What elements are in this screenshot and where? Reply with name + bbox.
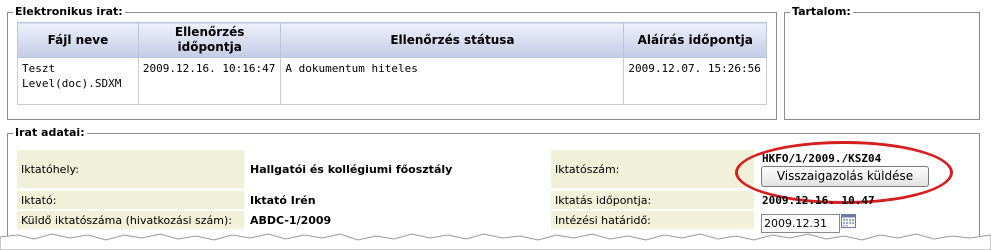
iktatohely-value: Hallgatói és kollégiumi főosztály (250, 163, 453, 176)
iktatoszam-label: Iktatószám: (555, 163, 620, 176)
iktato-label: Iktató: (21, 194, 57, 207)
iktato-value: Iktató Irén (250, 194, 316, 207)
torn-edge (0, 233, 991, 250)
irat-adatai-legend: Irat adatai: (13, 126, 87, 140)
iktatohely-label-cell: Iktatóhely: (17, 150, 244, 188)
iktatas-label: Iktatás időpontja: (555, 194, 652, 207)
iktato-value-cell: Iktató Irén (246, 191, 546, 209)
cell-check-time: 2009.12.16. 10:16:47 (137, 57, 282, 105)
table-row[interactable]: Teszt Level(doc).SDXM 2009.12.16. 10:16:… (17, 57, 767, 105)
iktatas-label-cell: Iktatás időpontja: (551, 191, 754, 209)
cell-check-status: A dokumentum hiteles (280, 57, 625, 105)
column-header-check-status[interactable]: Ellenőrzés státusa (280, 22, 625, 58)
visszaigazolas-kuldese-button[interactable]: Visszaigazolás küldése (761, 166, 929, 187)
column-header-file-name[interactable]: Fájl neve (17, 22, 139, 58)
tartalom-panel: Tartalom: (784, 5, 980, 120)
iktato-label-cell: Iktató: (17, 191, 244, 209)
iktatoszam-value: HKFO/1/2009./KSZ04 (762, 152, 882, 165)
iktatoszam-label-cell: Iktatószám: (551, 150, 754, 188)
column-header-signature-time[interactable]: Aláírás időpontja (623, 22, 767, 58)
column-header-check-time[interactable]: Ellenőrzés időpontja (137, 22, 282, 58)
cell-file-name: Teszt Level(doc).SDXM (17, 57, 139, 105)
iktatohely-value-cell: Hallgatói és kollégiumi főosztály (246, 150, 546, 188)
file-table: Fájl neve Ellenőrzés időpontja Ellenőrzé… (17, 22, 767, 105)
iktatohely-label: Iktatóhely: (21, 163, 79, 176)
elektronikus-irat-legend: Elektronikus irat: (13, 5, 125, 19)
iktatas-value: 2009.12.16. 10.47 (762, 194, 875, 207)
tartalom-legend: Tartalom: (790, 5, 853, 19)
cell-signature-time: 2009.12.07. 15:26:56 (623, 57, 767, 105)
